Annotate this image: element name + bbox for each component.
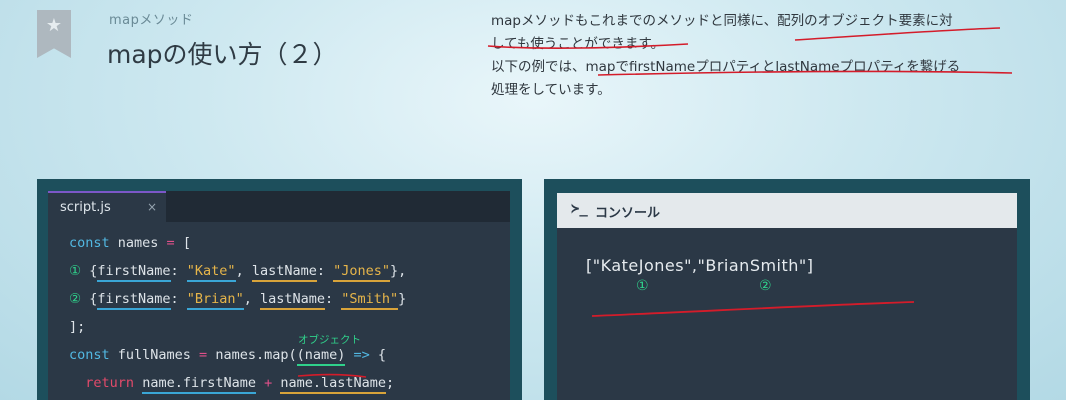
code-key-firstname: firstName: [97, 263, 171, 282]
tab-script-js[interactable]: script.js ×: [48, 191, 166, 222]
description-line-3: 以下の例では、mapでfirstNameプロパティとlastNameプロパティを…: [491, 59, 961, 75]
code-keyword: const: [69, 235, 110, 251]
code-line-2: ① {firstName: "Kate", lastName: "Jones"}…: [69, 261, 407, 282]
code-operator: +: [255, 375, 281, 391]
lesson-description: mapメソッドもこれまでのメソッドと同様に、配列のオブジェクト要素に対 しても使…: [491, 10, 1011, 102]
console-title: コンソール: [595, 206, 661, 221]
code-operator: =: [199, 347, 208, 363]
code-call: names.map(: [207, 347, 297, 363]
description-line-4: 処理をしています。: [491, 82, 611, 98]
code-key-firstname: firstName: [97, 291, 171, 310]
code-punctuation: ;: [386, 375, 395, 391]
close-icon[interactable]: ×: [147, 200, 157, 214]
code-keyword-return: return: [85, 375, 135, 391]
output-marker-2: ②: [759, 278, 772, 294]
annotation-marker-2: ②: [69, 291, 82, 307]
code-punctuation: [: [174, 235, 191, 251]
code-punctuation: {: [81, 263, 98, 279]
description-line-1: mapメソッドもこれまでのメソッドと同様に、配列のオブジェクト要素に対: [491, 13, 953, 29]
code-punctuation: {: [377, 347, 387, 363]
editor-tab-bar: script.js ×: [48, 191, 510, 222]
code-expression: name.firstName: [142, 375, 256, 394]
code-identifier: names: [109, 235, 167, 251]
code-punctuation: ,: [235, 263, 252, 279]
description-line-2: しても使うことができます。: [491, 36, 665, 52]
code-string: "Brian": [186, 291, 244, 310]
star-icon: ★: [45, 15, 63, 36]
code-string: "Kate": [186, 263, 236, 282]
code-punctuation: },: [390, 263, 407, 279]
annotation-marker-1: ①: [69, 263, 82, 279]
code-line-6: return name.firstName + name.lastName;: [69, 373, 395, 394]
code-punctuation: ,: [243, 291, 260, 307]
console-output: ["KateJones","BrianSmith"]: [586, 256, 814, 275]
code-string: "Jones": [333, 263, 391, 282]
code-expression: name.lastName: [280, 375, 387, 394]
console: ≻_ コンソール ["KateJones","BrianSmith"] ① ②: [557, 193, 1017, 400]
code-key-lastname: lastName: [259, 291, 325, 310]
code-punctuation: :: [170, 263, 187, 279]
page-title: mapの使い方（２）: [107, 40, 338, 69]
code-string: "Smith": [341, 291, 399, 310]
code-param: (name): [296, 347, 346, 366]
terminal-icon: ≻_: [571, 201, 588, 217]
code-operator: =: [166, 235, 175, 251]
code-punctuation: {: [81, 291, 98, 307]
code-punctuation: :: [325, 291, 342, 307]
bookmark-icon[interactable]: ★: [37, 10, 71, 58]
code-key-lastname: lastName: [251, 263, 317, 282]
object-annotation-label: オブジェクト: [298, 334, 361, 346]
code-identifier: fullNames: [109, 347, 200, 363]
tab-label: script.js: [60, 200, 111, 215]
console-header: ≻_ コンソール: [557, 193, 1017, 228]
code-arrow: =>: [345, 347, 378, 363]
code-line-4: ];: [69, 319, 86, 335]
output-marker-1: ①: [636, 278, 649, 294]
code-keyword: const: [69, 347, 110, 363]
code-line-1: const names = [: [69, 233, 191, 253]
code-editor[interactable]: script.js × const names = [ ① {firstName…: [48, 191, 510, 400]
console-panel: ≻_ コンソール ["KateJones","BrianSmith"] ① ②: [544, 179, 1030, 400]
code-panel: script.js × const names = [ ① {firstName…: [37, 179, 522, 400]
code-punctuation: }: [398, 291, 407, 307]
lesson-subtitle: mapメソッド: [109, 13, 194, 28]
code-punctuation: :: [170, 291, 187, 307]
code-line-5: const fullNames = names.map((name) => {: [69, 345, 387, 366]
code-line-3: ② {firstName: "Brian", lastName: "Smith"…: [69, 289, 407, 310]
code-punctuation: :: [316, 263, 334, 279]
